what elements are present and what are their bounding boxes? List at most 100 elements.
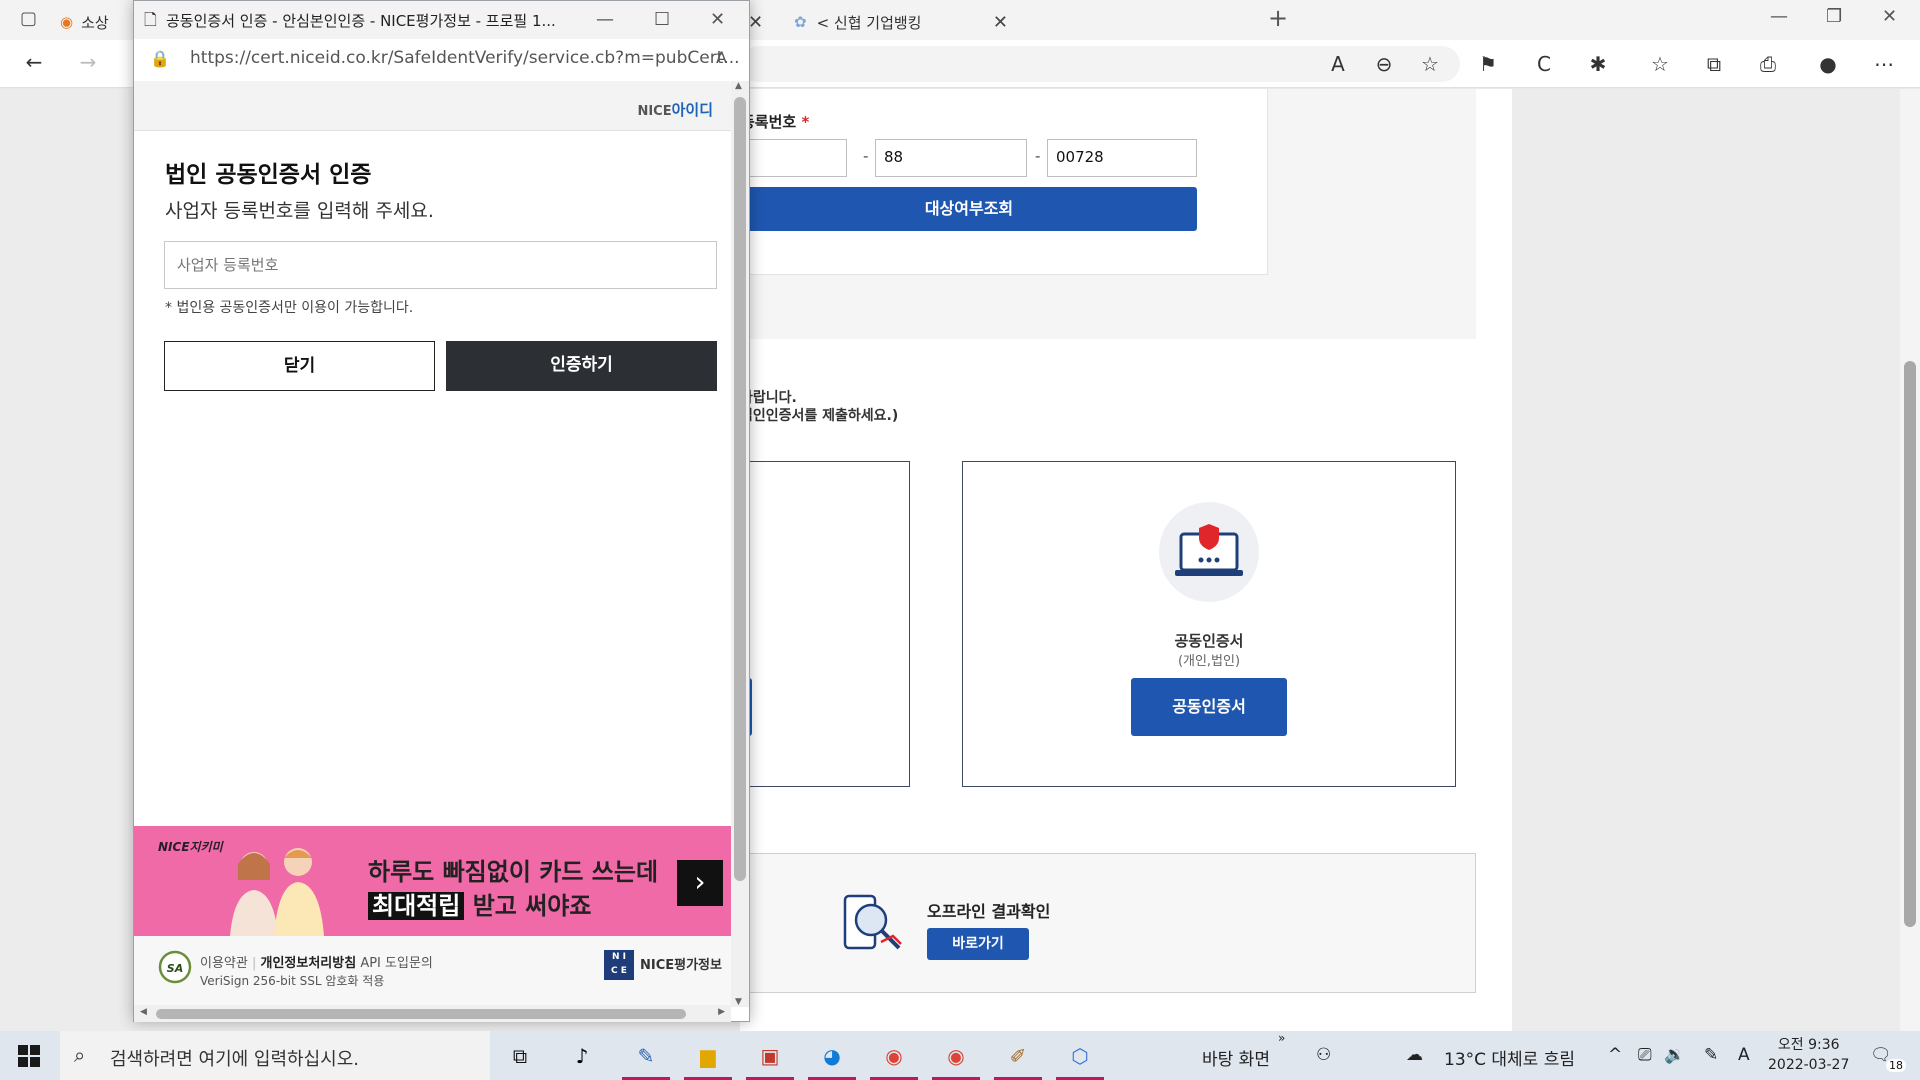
task-view-icon[interactable]: ⧉ [502,1039,538,1073]
popup-horizontal-scrollbar[interactable]: ◀ ▶ [134,1005,731,1022]
chevron-double-icon[interactable]: » [1278,1031,1285,1045]
read-aloud-icon[interactable]: A [1326,52,1350,76]
desktop-label[interactable]: 바탕 화면 [1202,1045,1270,1070]
lookup-button[interactable]: 대상여부조회 [741,187,1197,231]
footer-links: 이용약관 | 개인정보처리방침 API 도입문의 [200,956,433,971]
ssl-notice: VeriSign 256-bit SSL 암호화 적용 [200,974,385,988]
terms-link[interactable]: 이용약관 [200,956,248,971]
banner-line-2: 최대적립 받고 써야죠 [368,886,591,921]
page-scrollbar-thumb[interactable] [1904,361,1916,927]
popup-heading: 법인 공동인증서 인증 [165,162,372,188]
ime-indicator[interactable]: A [1738,1045,1750,1065]
scroll-left-icon[interactable]: ◀ [140,1007,147,1017]
biz-number-input[interactable] [164,241,717,289]
popup-vscroll-thumb[interactable] [734,97,746,881]
close-tab-icon[interactable]: ✕ [993,12,1008,33]
meet-now-icon[interactable]: ⎚ [1638,1045,1652,1065]
volume-icon[interactable]: 🔉 [1664,1045,1685,1065]
weather-text[interactable]: 13°C 대체로 흐림 [1444,1045,1575,1070]
popup-url-bar[interactable]: 🔒 https://cert.niceid.co.kr/SafeIdentVer… [134,39,749,79]
chrome-icon[interactable]: ◉ [870,1039,918,1080]
more-menu-icon[interactable]: ⋯ [1872,52,1896,76]
site-favicon-icon: ✿ [794,13,807,31]
cert-popup-window: 🗋 공동인증서 인증 - 안심본인인증 - NICE평가정보 - 프로필 1..… [133,0,750,1022]
close-window-icon[interactable]: ✕ [1882,6,1897,27]
security-mark-icon: SA [158,950,192,984]
file-explorer-icon[interactable]: ▆ [684,1039,732,1080]
app-icon[interactable]: ✎ [622,1039,670,1080]
extension-c-icon[interactable]: C [1532,52,1556,76]
weather-cloud-icon[interactable]: ☁ [1406,1045,1423,1065]
close-button[interactable]: 닫기 [164,341,435,391]
read-aloud-icon[interactable]: A [716,48,727,67]
popup-close-icon[interactable]: ✕ [710,9,725,30]
popup-vertical-scrollbar[interactable]: ▲ ▼ [731,81,749,1007]
nice-logo-icon: N IC E [604,950,634,980]
lookup-section: 등록번호 * - 88 - 00728 대상여부조회 [737,89,1476,339]
page-scrollbar[interactable] [1900,89,1920,1031]
tray-expand-icon[interactable]: ^ [1608,1045,1622,1065]
edge-icon[interactable]: ◕ [808,1039,856,1080]
scroll-right-icon[interactable]: ▶ [718,1007,725,1017]
tab-sosang[interactable]: ◉ 소상 [60,4,130,40]
scroll-down-icon[interactable]: ▼ [735,997,742,1007]
collections-icon[interactable]: ⧉ [1702,52,1726,76]
forward-icon[interactable]: → [76,50,100,74]
tab-shinhyup[interactable]: ✕ ✿ < 신협 기업뱅킹 ✕ [748,4,1018,40]
close-tab-icon[interactable]: ✕ [748,12,763,33]
popup-titlebar: 🗋 공동인증서 인증 - 안심본인인증 - NICE평가정보 - 프로필 1..… [134,1,749,39]
cert-card: 공동인증서 (개인,법인) 공동인증서 [962,461,1456,787]
screenshot-icon[interactable]: ⎙ [1756,52,1780,76]
new-tab-icon[interactable]: + [1268,4,1288,32]
zoom-out-icon[interactable]: ⊖ [1372,52,1396,76]
address-bar[interactable] [740,46,1460,82]
app-icon[interactable]: ⬡ [1056,1039,1104,1080]
banner-line-1: 하루도 빠짐없이 카드 쓰는데 [368,858,659,886]
svg-text:SA: SA [167,962,183,975]
clock[interactable]: 오전 9:36 2022-03-27 [1768,1035,1849,1075]
biz-number-field-1[interactable] [737,139,847,177]
dash: - [863,147,869,165]
banner-arrow-icon[interactable]: › [677,860,723,906]
tab-actions-icon[interactable]: ▢ [20,8,37,29]
biz-number-field-2[interactable]: 88 [875,139,1027,177]
popup-title: 공동인증서 인증 - 안심본인인증 - NICE평가정보 - 프로필 1... [166,12,556,30]
cert-icon [1159,502,1259,602]
notice-line-2: 법인인증서를 제출하세요.) [740,408,899,424]
authenticate-button[interactable]: 인증하기 [446,341,717,391]
popup-hscroll-thumb[interactable] [156,1009,686,1019]
popup-footer: SA 이용약관 | 개인정보처리방침 API 도입문의 VeriSign 256… [134,936,731,1006]
paint-icon[interactable]: ✐ [994,1039,1042,1080]
extension-icon[interactable]: ⚑ [1476,52,1500,76]
extensions-icon[interactable]: ✱ [1586,52,1610,76]
taskbar-search[interactable]: ⌕ 검색하려면 여기에 입력하십시오. [60,1031,490,1080]
privacy-link[interactable]: 개인정보처리방침 [261,956,357,971]
windows-start-icon[interactable] [18,1045,40,1067]
minimize-icon[interactable]: — [1770,6,1788,27]
ad-banner[interactable]: NICE지키미 하루도 빠짐없이 카드 쓰는데 최대적립 받고 써야죠 › [134,826,731,936]
app-icon[interactable]: ▣ [746,1039,794,1080]
tiktok-icon[interactable]: ♪ [564,1039,600,1073]
popup-maximize-icon[interactable]: ☐ [654,9,670,30]
biz-number-field-3[interactable]: 00728 [1047,139,1197,177]
clock-date: 2022-03-27 [1768,1057,1850,1073]
left-card [728,461,910,787]
restore-icon[interactable]: ❐ [1826,6,1842,27]
tab-title: < 신협 기업뱅킹 [816,13,922,32]
scroll-up-icon[interactable]: ▲ [735,81,742,91]
niceid-logo: NICE아이디 [637,101,713,119]
people-icon[interactable]: ⚇ [1316,1045,1331,1065]
profile-avatar[interactable]: ● [1816,52,1840,76]
back-icon[interactable]: ← [22,50,46,74]
pen-icon[interactable]: ✎ [1704,1045,1718,1065]
favorite-add-icon[interactable]: ☆ [1418,52,1442,76]
cert-subtitle: (개인,법인) [1177,654,1241,669]
cert-button[interactable]: 공동인증서 [1131,678,1287,736]
windows-taskbar: ⌕ 검색하려면 여기에 입력하십시오. ⧉ ♪ ✎ ▆ ▣ ◕ ◉ ◉ ✐ ⬡ … [0,1031,1920,1080]
popup-minimize-icon[interactable]: — [596,9,614,30]
favorites-icon[interactable]: ☆ [1648,52,1672,76]
offline-go-button[interactable]: 바로가기 [927,928,1029,960]
notification-count: 18 [1886,1059,1906,1072]
api-link[interactable]: API 도입문의 [360,956,433,971]
chrome-icon[interactable]: ◉ [932,1039,980,1080]
